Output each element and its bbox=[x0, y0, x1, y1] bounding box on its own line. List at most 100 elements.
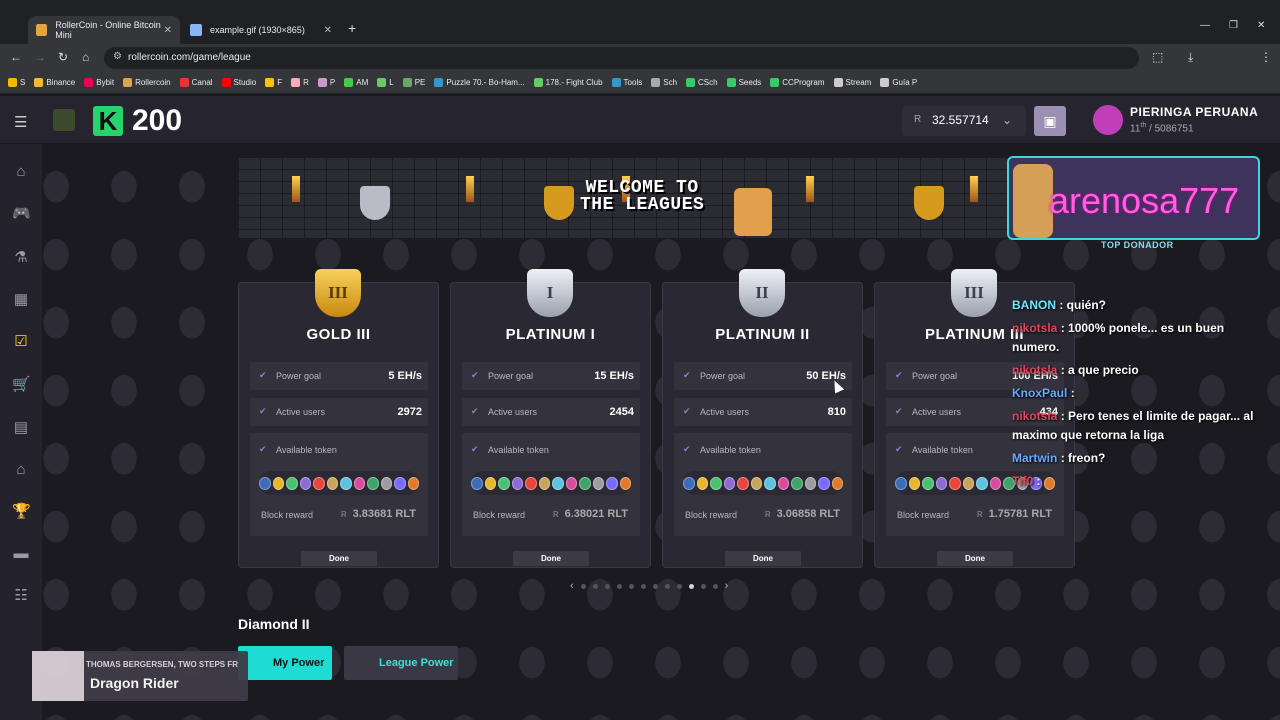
bookmark-item[interactable]: Bybit bbox=[84, 78, 114, 87]
pager-dot[interactable] bbox=[592, 583, 598, 589]
bookmark-label: Stream bbox=[845, 78, 872, 87]
available-token-label: Available token bbox=[276, 445, 337, 455]
chat-message: nikotsla : Pero tenes el limite de pagar… bbox=[1012, 407, 1257, 445]
tab-example-gif[interactable]: example.gif (1930×865) ✕ bbox=[182, 16, 340, 44]
token-coin-icon bbox=[962, 476, 974, 490]
bookmark-item[interactable]: CCProgram bbox=[770, 78, 825, 87]
bookmark-item[interactable]: F bbox=[265, 78, 282, 87]
player-avatar[interactable] bbox=[1093, 105, 1123, 135]
bookmark-item[interactable]: S bbox=[8, 78, 25, 87]
pager-dot[interactable] bbox=[652, 583, 658, 589]
pager-dot[interactable] bbox=[688, 583, 694, 589]
close-window-icon[interactable]: ✕ bbox=[1257, 20, 1265, 31]
kick-logo-icon: K bbox=[93, 106, 123, 136]
bookmark-item[interactable]: CSch bbox=[686, 78, 718, 87]
close-tab-icon[interactable]: ✕ bbox=[164, 25, 172, 36]
chat-text: : bbox=[1070, 386, 1075, 400]
bookmark-item[interactable]: P bbox=[317, 78, 336, 87]
factory-icon[interactable]: ▬ bbox=[12, 546, 30, 562]
pager-dot[interactable] bbox=[676, 583, 682, 589]
url-input[interactable]: ⚙ rollercoin.com/game/league bbox=[104, 47, 1139, 69]
bookmark-item[interactable]: R bbox=[291, 78, 309, 87]
bookmark-favicon-icon bbox=[179, 78, 189, 87]
done-button[interactable]: Done bbox=[513, 551, 589, 566]
bookmark-item[interactable]: AM bbox=[344, 78, 368, 87]
menu-icon[interactable]: ⋮ bbox=[1260, 50, 1272, 64]
token-coin-icon bbox=[791, 476, 803, 490]
pager-dot[interactable] bbox=[640, 583, 646, 589]
trophy-icon[interactable]: 🏆 bbox=[12, 504, 31, 520]
minimize-icon[interactable]: — bbox=[1200, 20, 1210, 31]
wallet-button[interactable]: ▣ bbox=[1034, 106, 1066, 136]
home-icon[interactable]: ⌂ bbox=[12, 164, 30, 180]
forward-icon[interactable]: → bbox=[34, 50, 46, 64]
site-info-icon[interactable]: ⚙ bbox=[113, 51, 122, 62]
tab-rollercoin[interactable]: RollerCoin - Online Bitcoin Mini ✕ bbox=[28, 16, 180, 44]
news-icon[interactable]: ☷ bbox=[12, 588, 30, 604]
marketplace-icon[interactable]: ▤ bbox=[12, 420, 30, 436]
url-text: rollercoin.com/game/league bbox=[128, 52, 251, 63]
bookmark-item[interactable]: Rollercoin bbox=[123, 78, 171, 87]
bookmark-favicon-icon bbox=[84, 78, 94, 87]
bookmark-label: P bbox=[329, 78, 336, 87]
pager-dot[interactable] bbox=[580, 583, 586, 589]
bookmark-item[interactable]: Guía P bbox=[880, 78, 917, 87]
league-pager: ‹ › bbox=[570, 580, 728, 592]
bookmark-item[interactable]: Puzzle 70.- Bo-Ham... bbox=[434, 78, 525, 87]
pager-prev-icon[interactable]: ‹ bbox=[570, 580, 574, 592]
token-coin-icon bbox=[565, 476, 577, 490]
home-icon[interactable]: ⌂ bbox=[82, 50, 89, 64]
bookmark-item[interactable]: PE bbox=[402, 78, 425, 87]
back-icon[interactable]: ← bbox=[10, 50, 22, 64]
bookmark-item[interactable]: L bbox=[377, 78, 394, 87]
token-coin-icon bbox=[922, 476, 934, 490]
done-button[interactable]: Done bbox=[725, 551, 801, 566]
bookmark-item[interactable]: Studio bbox=[221, 78, 256, 87]
bookmark-item[interactable]: Binance bbox=[34, 78, 75, 87]
pager-next-icon[interactable]: › bbox=[725, 580, 729, 592]
bookmark-label: CCProgram bbox=[782, 78, 825, 87]
gamepad-icon[interactable]: 🎮 bbox=[12, 206, 31, 222]
my-power-tab[interactable]: My Power bbox=[238, 646, 332, 680]
pager-dot[interactable] bbox=[700, 583, 706, 589]
bookmark-item[interactable]: Tools bbox=[611, 78, 642, 87]
bookmark-item[interactable]: Stream bbox=[833, 78, 872, 87]
balance-dropdown[interactable]: R 32.557714 ⌄ bbox=[902, 106, 1026, 136]
block-reward-label: Block reward bbox=[685, 510, 738, 520]
done-button[interactable]: Done bbox=[937, 551, 1013, 566]
close-tab-icon[interactable]: ✕ bbox=[324, 25, 332, 36]
power-goal-label: Power goal bbox=[912, 371, 958, 381]
pager-dot[interactable] bbox=[604, 583, 610, 589]
new-tab-icon[interactable]: + bbox=[348, 20, 356, 36]
league-power-tab[interactable]: League Power bbox=[344, 646, 458, 680]
check-icon: ✔ bbox=[895, 370, 903, 380]
pager-dot[interactable] bbox=[628, 583, 634, 589]
pager-dot[interactable] bbox=[712, 583, 718, 589]
token-coin-icon bbox=[989, 476, 1001, 490]
maximize-icon[interactable]: ❐ bbox=[1229, 20, 1238, 31]
pager-dot[interactable] bbox=[616, 583, 622, 589]
bank-icon[interactable]: ⌂ bbox=[12, 462, 30, 478]
tasks-icon[interactable]: ☑ bbox=[12, 334, 30, 350]
menu-icon[interactable]: ☰ bbox=[14, 113, 27, 131]
chat-text: : a que precio bbox=[1060, 363, 1139, 377]
chat-message: BANON : quién? bbox=[1012, 296, 1257, 315]
pager-dot[interactable] bbox=[664, 583, 670, 589]
active-users-value: 2972 bbox=[397, 406, 422, 418]
avatar[interactable] bbox=[53, 109, 75, 131]
reload-icon[interactable]: ↻ bbox=[58, 50, 68, 64]
download-icon[interactable]: ⤓ bbox=[1188, 50, 1193, 65]
bookmark-item[interactable]: Canal bbox=[179, 78, 213, 87]
rollertoken-icon[interactable]: ⚗ bbox=[12, 250, 30, 266]
done-button[interactable]: Done bbox=[301, 551, 377, 566]
league-roman: I bbox=[546, 283, 554, 302]
bookmark-item[interactable]: 178.- Fight Club bbox=[533, 78, 603, 87]
extensions-icon[interactable]: ⬚ bbox=[1152, 50, 1163, 64]
available-token-box: ✔ Available token Block reward R 6.38021 … bbox=[462, 433, 640, 536]
banner-title-line2: THE LEAGUES bbox=[580, 195, 705, 215]
cart-icon[interactable]: 🛒 bbox=[12, 377, 31, 393]
bookmark-item[interactable]: Seeds bbox=[726, 78, 761, 87]
inventory-icon[interactable]: ▦ bbox=[12, 292, 30, 308]
chat-text: : bbox=[1036, 474, 1041, 488]
bookmark-item[interactable]: Sch bbox=[651, 78, 677, 87]
